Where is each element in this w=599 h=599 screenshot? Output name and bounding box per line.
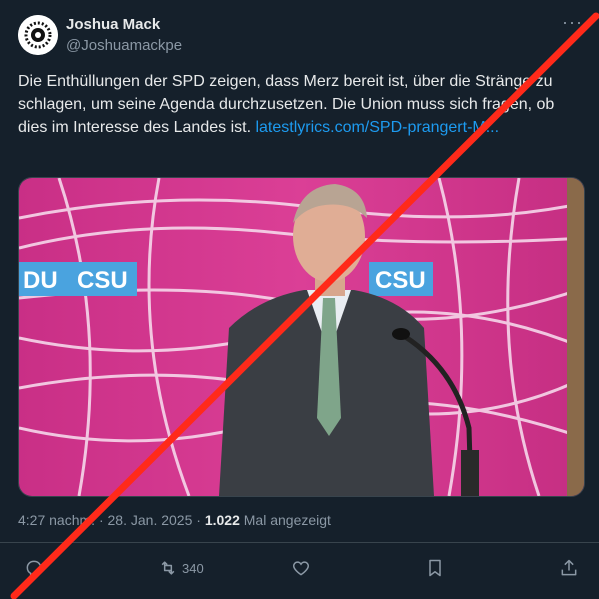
author-handle[interactable]: @Joshuamackpe (66, 37, 182, 54)
avatar[interactable] (18, 15, 58, 55)
like-icon (292, 561, 310, 576)
tweet-link[interactable]: latestlyrics.com/SPD-prangert-M... (255, 119, 499, 136)
reply-button[interactable] (24, 558, 44, 578)
action-bar: 340 (0, 558, 599, 586)
banner-right-logo: CSU (375, 267, 426, 294)
meta-separator-2: · (196, 512, 201, 528)
more-icon[interactable]: ··· (562, 12, 583, 33)
divider (0, 542, 599, 543)
author-name[interactable]: Joshua Mack (66, 16, 160, 33)
share-button[interactable] (559, 558, 579, 578)
reply-icon (26, 560, 42, 578)
photo-illustration: DU CSU CSU (19, 178, 584, 496)
retweet-icon (161, 561, 175, 575)
tweet-time[interactable]: 4:27 nachm. (18, 512, 95, 528)
avatar-image (18, 15, 58, 55)
retweet-button[interactable]: 340 (158, 558, 204, 578)
banner-left-text: DU (23, 267, 58, 294)
tweet-photo[interactable]: DU CSU CSU (18, 177, 585, 497)
views-count: 1.022 (204, 512, 240, 528)
meta-separator: · (98, 512, 104, 528)
bookmark-button[interactable] (425, 558, 445, 578)
banner-left-logo: CSU (77, 267, 128, 294)
bookmark-icon (429, 559, 441, 577)
like-button[interactable] (291, 558, 311, 578)
tweet-text: Die Enthüllungen der SPD zeigen, dass Me… (18, 70, 578, 139)
tweet-meta: 4:27 nachm. · 28. Jan. 2025 · 1.022 Mal … (18, 512, 331, 528)
retweet-count: 340 (182, 560, 204, 576)
share-icon (561, 559, 577, 576)
views-label: Mal angezeigt (243, 512, 331, 528)
tweet-date[interactable]: 28. Jan. 2025 (108, 512, 193, 528)
